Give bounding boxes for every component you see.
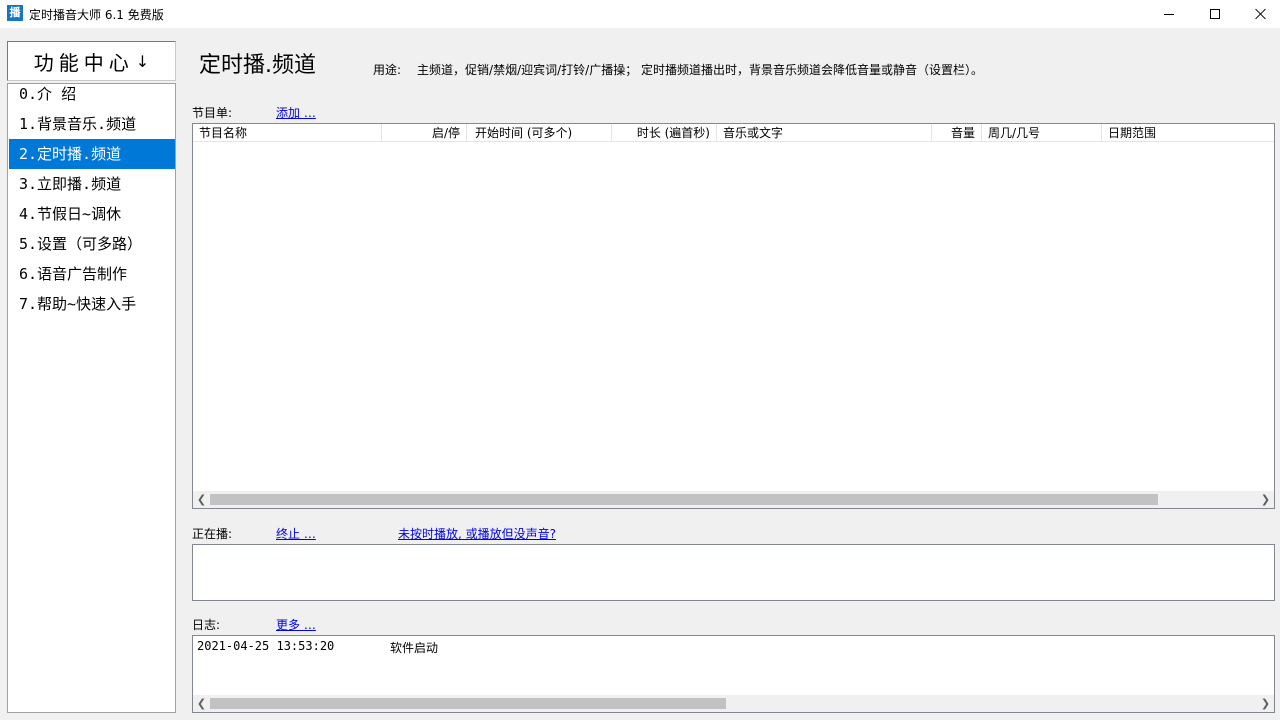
maximize-icon xyxy=(1210,9,1220,19)
program-table[interactable]: 节目名称 启/停 开始时间 (可多个) 时长 (遍首秒) 音乐或文字 音量 周几… xyxy=(192,123,1275,509)
troubleshoot-link[interactable]: 未按时播放, 或播放但没声音? xyxy=(398,525,556,542)
sidebar-item-help[interactable]: 7.帮助~快速入手 xyxy=(9,289,175,319)
sidebar-item-scheduled-play[interactable]: 2.定时播.频道 xyxy=(9,139,175,169)
sidebar-item-instant-play[interactable]: 3.立即播.频道 xyxy=(9,169,175,199)
function-center-label: 功能中心 xyxy=(33,50,134,75)
column-header-date-range[interactable]: 日期范围 xyxy=(1102,124,1274,142)
maximize-button[interactable] xyxy=(1192,0,1238,28)
column-header-name[interactable]: 节目名称 xyxy=(193,124,382,142)
sidebar-item-background-music[interactable]: 1.背景音乐.频道 xyxy=(9,109,175,139)
function-center-button[interactable]: 功能中心 ↓ xyxy=(7,41,176,81)
page-title: 定时播.频道 xyxy=(199,53,316,78)
usage-text: 主频道，促销/禁烟/迎宾词/打铃/广播操； 定时播频道播出时，背景音乐频道会降低… xyxy=(417,63,984,77)
log-entry-message: 软件启动 xyxy=(390,641,439,655)
column-header-music-or-text[interactable]: 音乐或文字 xyxy=(717,124,932,142)
app-icon: 播 xyxy=(7,5,23,21)
add-program-link[interactable]: 添加 … xyxy=(276,104,316,121)
scroll-left-arrow-icon[interactable]: ❮ xyxy=(193,491,210,508)
now-playing-label: 正在播: xyxy=(192,527,233,541)
usage-label: 用途: xyxy=(373,63,402,77)
close-button[interactable] xyxy=(1238,0,1280,28)
scroll-left-arrow-icon[interactable]: ❮ xyxy=(193,695,210,712)
arrow-down-icon: ↓ xyxy=(135,51,150,71)
table-header: 节目名称 启/停 开始时间 (可多个) 时长 (遍首秒) 音乐或文字 音量 周几… xyxy=(193,124,1274,142)
minimize-icon xyxy=(1164,13,1174,15)
usage-description: 用途: 主频道，促销/禁烟/迎宾词/打铃/广播操； 定时播频道播出时，背景音乐频道… xyxy=(373,61,983,78)
log-list[interactable]: 2021-04-25 13:53:20 软件启动 ❮ ❯ xyxy=(192,635,1275,713)
column-header-start-time[interactable]: 开始时间 (可多个) xyxy=(467,124,612,142)
sidebar-item-voice-ads[interactable]: 6.语音广告制作 xyxy=(9,259,175,289)
stop-playing-link[interactable]: 终止 … xyxy=(276,525,316,542)
window-title: 定时播音大师 6.1 免费版 xyxy=(29,8,164,22)
column-header-weekday[interactable]: 周几/几号 xyxy=(982,124,1102,142)
scrollbar-thumb[interactable] xyxy=(210,494,1158,505)
sidebar-item-holidays[interactable]: 4.节假日~调休 xyxy=(9,199,175,229)
scroll-right-arrow-icon[interactable]: ❯ xyxy=(1257,695,1274,712)
more-log-link[interactable]: 更多 … xyxy=(276,616,316,633)
title-bar: 播 定时播音大师 6.1 免费版 xyxy=(0,0,1280,28)
log-hscrollbar[interactable]: ❮ ❯ xyxy=(193,695,1274,712)
close-icon xyxy=(1255,8,1267,20)
scroll-right-arrow-icon[interactable]: ❯ xyxy=(1257,491,1274,508)
scrollbar-thumb[interactable] xyxy=(210,698,726,709)
log-label: 日志: xyxy=(192,618,221,632)
column-header-enabled[interactable]: 启/停 xyxy=(382,124,467,142)
program-table-hscrollbar[interactable]: ❮ ❯ xyxy=(193,491,1274,508)
sidebar-item-intro[interactable]: 0.介 绍 xyxy=(9,79,175,109)
column-header-duration[interactable]: 时长 (遍首秒) xyxy=(612,124,717,142)
now-playing-list[interactable] xyxy=(192,544,1275,601)
minimize-button[interactable] xyxy=(1146,0,1192,28)
program-list-label: 节目单: xyxy=(192,106,233,120)
column-header-volume[interactable]: 音量 xyxy=(932,124,982,142)
sidebar-nav: 0.介 绍 1.背景音乐.频道 2.定时播.频道 3.立即播.频道 4.节假日~… xyxy=(7,83,176,713)
sidebar-item-settings[interactable]: 5.设置（可多路） xyxy=(9,229,175,259)
log-entry-time: 2021-04-25 13:53:20 xyxy=(197,639,335,653)
